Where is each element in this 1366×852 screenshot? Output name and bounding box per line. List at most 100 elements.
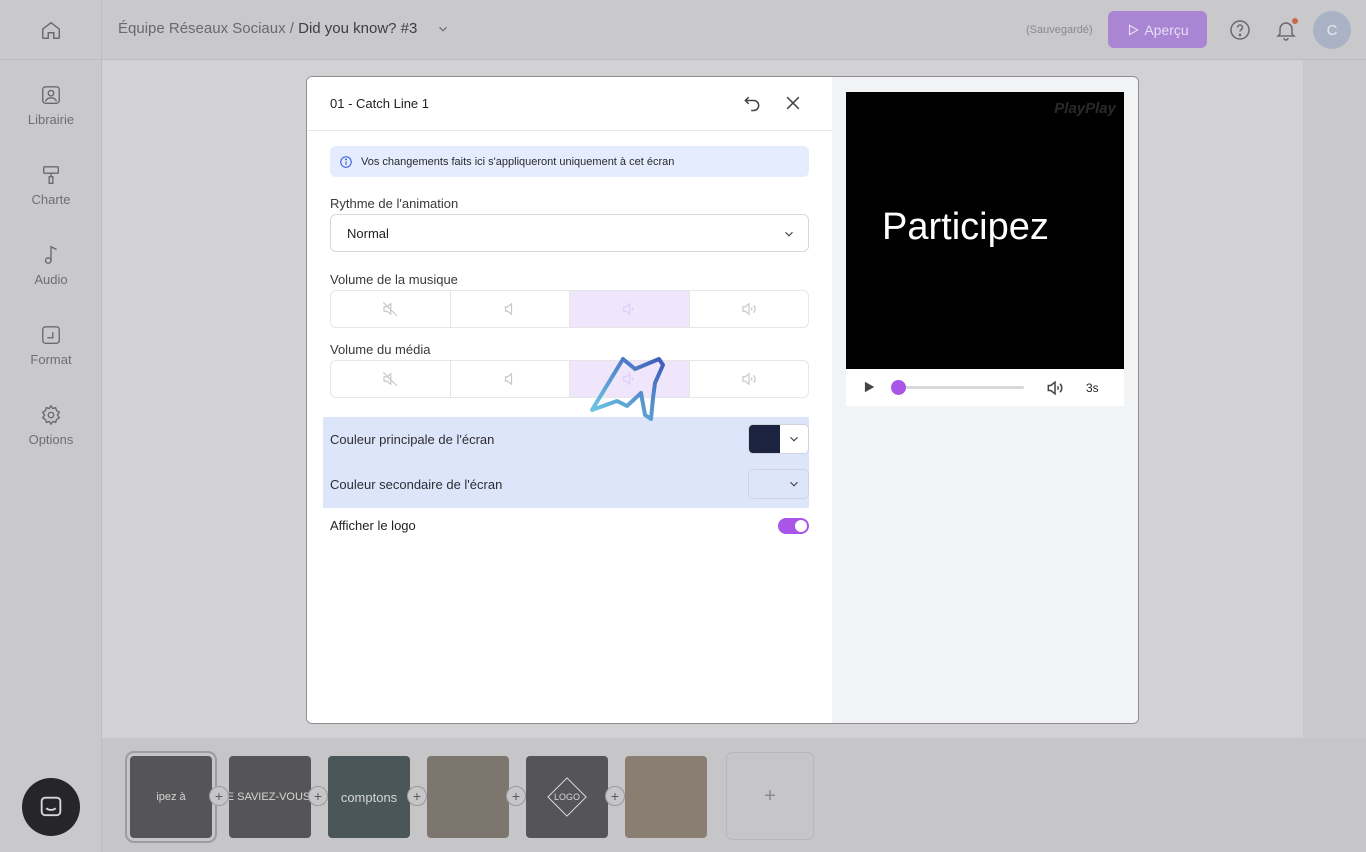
home-icon: [42, 21, 60, 39]
sidebar-item-label: Options: [28, 431, 74, 447]
primary-color-row: Couleur principale de l'écran: [330, 424, 809, 454]
chevron-down-icon: [785, 231, 793, 237]
volume-medium-icon: [623, 372, 634, 386]
sidebar: Librairie Charte Audio Format Options: [0, 0, 102, 852]
undo-icon[interactable]: [742, 93, 762, 113]
logo-toggle-label: Afficher le logo: [330, 518, 416, 533]
preview-panel: PlayPlay Participez 3s: [832, 77, 1138, 723]
sidebar-item-label: Charte: [31, 191, 71, 207]
play-outline-icon: [1129, 23, 1140, 36]
modal-header: 01 - Catch Line 1: [307, 77, 832, 131]
insert-screen-button[interactable]: +: [605, 786, 625, 806]
timeline-thumb[interactable]: [625, 756, 707, 838]
volume-icon[interactable]: [1045, 378, 1065, 398]
insert-screen-button[interactable]: +: [506, 786, 526, 806]
timeline-thumb[interactable]: ipez à: [125, 751, 217, 843]
primary-color-picker[interactable]: [748, 424, 809, 454]
logo-toggle-row: Afficher le logo: [330, 518, 809, 538]
media-volume-selector: [330, 360, 809, 398]
volume-high-icon: [742, 372, 756, 386]
music-note-icon: [44, 245, 57, 264]
volume-low-option[interactable]: [451, 291, 570, 327]
preview-button-label: Aperçu: [1144, 21, 1189, 38]
add-screen-button[interactable]: +: [726, 752, 814, 840]
screen-settings-modal: 01 - Catch Line 1 Vos changements faits …: [306, 76, 1139, 724]
volume-high-option[interactable]: [690, 291, 809, 327]
volume-low-icon: [504, 372, 512, 386]
sidebar-item-label: Librairie: [27, 111, 75, 127]
video-preview: PlayPlay Participez 3s: [846, 92, 1124, 406]
logo-placeholder-icon: LOGO: [547, 777, 587, 817]
toggle-knob: [795, 520, 807, 532]
insert-screen-button[interactable]: +: [407, 786, 427, 806]
volume-medium-option[interactable]: [570, 361, 690, 397]
volume-mute-option[interactable]: [331, 291, 451, 327]
timeline-thumb[interactable]: LOGO: [526, 756, 608, 838]
progress-handle[interactable]: [891, 380, 906, 395]
play-icon[interactable]: [862, 380, 876, 394]
avatar[interactable]: C: [1313, 11, 1351, 49]
logo-toggle[interactable]: [778, 518, 809, 534]
media-volume-label: Volume du média: [330, 342, 431, 357]
sidebar-item-librairie[interactable]: Librairie: [0, 70, 102, 140]
image-icon: [42, 85, 60, 104]
duration-label: 3s: [1086, 381, 1099, 395]
info-banner: Vos changements faits ici s'appliqueront…: [330, 146, 809, 177]
resize-icon: [42, 325, 60, 344]
rhythm-select[interactable]: Normal: [330, 214, 809, 252]
volume-high-option[interactable]: [690, 361, 809, 397]
volume-low-icon: [504, 302, 512, 316]
sidebar-item-format[interactable]: Format: [0, 310, 102, 380]
sidebar-item-label: Format: [30, 351, 72, 367]
volume-medium-option[interactable]: [570, 291, 690, 327]
progress-track[interactable]: [900, 386, 1024, 389]
primary-color-swatch: [749, 425, 780, 453]
modal-title: 01 - Catch Line 1: [330, 96, 430, 111]
timeline-thumb[interactable]: [427, 756, 509, 838]
close-icon[interactable]: [783, 93, 803, 113]
home-button[interactable]: [0, 0, 102, 60]
music-volume-label: Volume de la musique: [330, 272, 458, 287]
save-status: (Sauvegardé): [1026, 24, 1093, 36]
info-text: Vos changements faits ici s'appliqueront…: [361, 155, 675, 168]
secondary-color-swatch: [749, 470, 780, 498]
secondary-color-label: Couleur secondaire de l'écran: [330, 477, 503, 492]
sidebar-item-options[interactable]: Options: [0, 390, 102, 460]
breadcrumb[interactable]: Équipe Réseaux Sociaux / Did you know? #…: [118, 20, 417, 37]
brand-watermark: PlayPlay: [1054, 100, 1116, 117]
secondary-color-picker[interactable]: [748, 469, 809, 499]
secondary-color-row: Couleur secondaire de l'écran: [330, 469, 809, 499]
volume-mute-icon: [383, 371, 398, 387]
chat-icon: [40, 796, 62, 817]
volume-mute-option[interactable]: [331, 361, 451, 397]
paint-roller-icon: [42, 165, 60, 184]
timeline-thumb[interactable]: comptons: [328, 756, 410, 838]
settings-panel: 01 - Catch Line 1 Vos changements faits …: [307, 77, 832, 723]
top-bar: Équipe Réseaux Sociaux / Did you know? #…: [102, 0, 1366, 60]
right-panel: [1303, 60, 1366, 738]
music-volume-selector: [330, 290, 809, 328]
rhythm-label: Rythme de l'animation: [330, 196, 459, 211]
notification-dot: [1292, 18, 1298, 24]
chevron-down-icon: [790, 436, 798, 442]
sidebar-item-charte[interactable]: Charte: [0, 150, 102, 220]
breadcrumb-project: Did you know? #3: [298, 20, 418, 37]
preview-button[interactable]: Aperçu: [1108, 11, 1207, 48]
chevron-down-icon: [790, 481, 798, 487]
info-icon: [340, 155, 352, 168]
volume-high-icon: [742, 302, 756, 316]
insert-screen-button[interactable]: +: [209, 786, 229, 806]
sidebar-item-label: Audio: [34, 271, 68, 287]
volume-mute-icon: [383, 301, 398, 317]
help-icon[interactable]: [1228, 18, 1252, 42]
chat-button[interactable]: [22, 778, 80, 836]
chevron-down-icon[interactable]: [436, 22, 450, 36]
preview-headline: Participez: [882, 206, 1049, 248]
timeline-thumb[interactable]: LE SAVIEZ-VOUS ?: [229, 756, 311, 838]
insert-screen-button[interactable]: +: [308, 786, 328, 806]
volume-low-option[interactable]: [451, 361, 570, 397]
timeline: ipez à + LE SAVIEZ-VOUS ? + comptons + +…: [102, 738, 1366, 852]
video-frame[interactable]: PlayPlay Participez: [846, 92, 1124, 369]
sidebar-item-audio[interactable]: Audio: [0, 230, 102, 300]
rhythm-value: Normal: [347, 225, 389, 241]
